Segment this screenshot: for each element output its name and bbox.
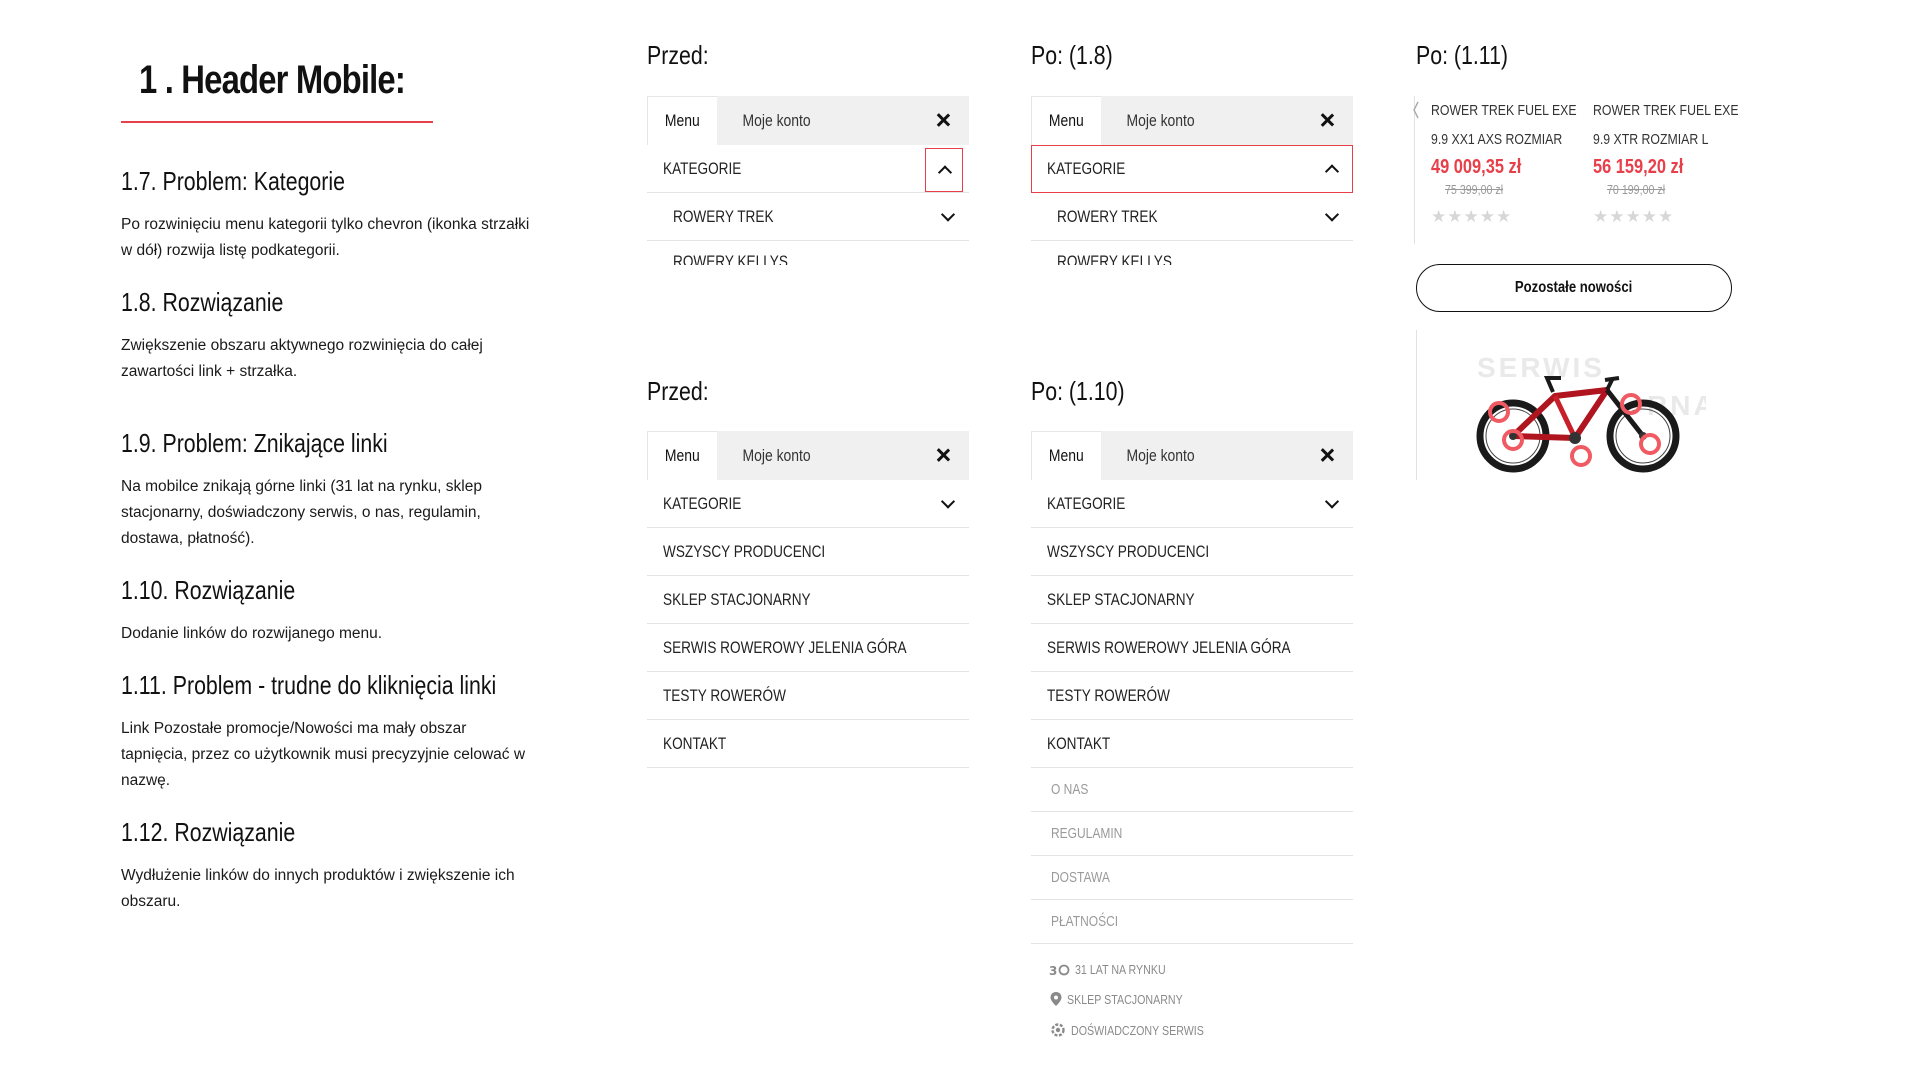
menu-item-o-nas[interactable]: O NAS (1031, 768, 1353, 812)
star-rating-icon: ★★★★★ (1593, 207, 1675, 226)
menu-item-serwis[interactable]: SERWIS ROWEROWY JELENIA GÓRA (647, 624, 969, 672)
section-text: Wydłużenie linków do innych produktów i … (121, 867, 515, 910)
tab-account[interactable]: Moje konto (1101, 431, 1202, 480)
menu-item-kategorie[interactable]: KATEGORIE (1031, 145, 1353, 193)
product-old-price: 75 399,00 zł (1445, 182, 1504, 197)
product-name[interactable]: 9.9 XX1 AXS ROZMIAR (1431, 125, 1562, 154)
menu-item-kategorie[interactable]: KATEGORIE (1031, 480, 1353, 528)
star-rating-icon: ★★★★★ (1431, 207, 1513, 226)
main-title: 1 . Header Mobile: (139, 58, 406, 102)
tab-menu[interactable]: Menu (1031, 431, 1101, 480)
menu-item-serwis[interactable]: SERWIS ROWEROWY JELENIA GÓRA (1031, 624, 1353, 672)
section-text: Po rozwinięciu menu kategorii tylko chev… (121, 216, 530, 259)
bike-image-icon (1476, 376, 1680, 473)
section-heading: 1.7. Problem: Kategorie (121, 166, 345, 196)
menu-item-kategorie: KATEGORIE (647, 145, 969, 193)
section-heading: 1.11. Problem - trudne do kliknięcia lin… (121, 670, 497, 700)
close-icon[interactable] (931, 443, 955, 467)
menu-tabs: Menu Moje konto (1031, 431, 1353, 480)
menu-item-regulamin[interactable]: REGULAMIN (1031, 812, 1353, 856)
chevron-down-icon[interactable] (940, 493, 956, 509)
tab-account[interactable]: Moje konto (717, 96, 818, 145)
product-card[interactable]: ROWER TREK FUEL EXE 9.9 XX1 AXS ROZMIAR … (1431, 96, 1591, 227)
product-name[interactable]: ROWER TREK FUEL EXE (1593, 96, 1739, 125)
product-price: 56 159,20 zł (1593, 156, 1684, 178)
close-icon[interactable] (1315, 443, 1339, 467)
label-before-bottom: Przed: (647, 376, 709, 406)
menu-tabs: Menu Moje konto (647, 431, 969, 480)
chevron-down-icon[interactable] (1324, 259, 1340, 265)
submenu-item[interactable]: ROWERY KELLYS (647, 241, 969, 265)
label-after-1-8: Po: (1.8) (1031, 40, 1113, 70)
chevron-up-icon[interactable] (925, 148, 963, 192)
tab-account[interactable]: Moje konto (717, 431, 818, 480)
menu-item-producenci[interactable]: WSZYSCY PRODUCENCI (1031, 528, 1353, 576)
gear-icon (1051, 1023, 1065, 1037)
mobile-menu-before-top: Menu Moje konto KATEGORIE ROWERY TREK RO… (647, 96, 969, 265)
chevron-down-icon[interactable] (1324, 493, 1340, 509)
footer-link-store[interactable]: SKLEP STACJONARNY (1049, 991, 1208, 1007)
label-after-1-10: Po: (1.10) (1031, 376, 1125, 406)
section-text: Link Pozostałe promocje/Nowości ma mały … (121, 720, 526, 789)
section-heading: 1.10. Rozwiązanie (121, 575, 296, 605)
close-icon[interactable] (931, 108, 955, 132)
menu-item-sklep[interactable]: SKLEP STACJONARNY (647, 576, 969, 624)
section-heading: 1.8. Rozwiązanie (121, 287, 284, 317)
product-old-price: 70 199,00 zł (1607, 182, 1666, 197)
menu-tabs: Menu Moje konto (1031, 96, 1353, 145)
mobile-menu-after-1-8: Menu Moje konto KATEGORIE ROWERY TREK RO… (1031, 96, 1353, 265)
product-list: ROWER TREK FUEL EXE 9.9 XX1 AXS ROZMIAR … (1413, 96, 1744, 244)
submenu-item[interactable]: ROWERY TREK (1031, 193, 1353, 241)
more-news-button[interactable]: Pozostałe nowości (1416, 264, 1732, 312)
section-text: Na mobilce znikają górne linki (31 lat n… (121, 478, 482, 547)
footer-link-service[interactable]: DOŚWIADCZONY SERWIS (1049, 1021, 1233, 1039)
footer-link-years[interactable]: 3 31 LAT NA RYNKU (1049, 962, 1186, 977)
section-heading: 1.12. Rozwiązanie (121, 817, 296, 847)
tab-account[interactable]: Moje konto (1101, 96, 1202, 145)
menu-item-kontakt[interactable]: KONTAKT (647, 720, 969, 768)
product-name[interactable]: 9.9 XTR ROZMIAR L (1593, 125, 1724, 154)
years-icon: 3 (1049, 964, 1070, 977)
chevron-up-icon (1324, 163, 1340, 179)
menu-item-sklep[interactable]: SKLEP STACJONARNY (1031, 576, 1353, 624)
tab-menu[interactable]: Menu (1031, 96, 1101, 145)
submenu-item[interactable]: ROWERY TREK (647, 193, 969, 241)
section-text: Zwiększenie obszaru aktywnego rozwinięci… (121, 337, 483, 380)
section-heading: 1.9. Problem: Znikające linki (121, 428, 388, 458)
location-pin-icon (1050, 992, 1062, 1006)
svg-text:3: 3 (1049, 964, 1057, 977)
menu-item-testy[interactable]: TESTY ROWERÓW (647, 672, 969, 720)
label-after-1-11: Po: (1.11) (1416, 40, 1509, 70)
chevron-down-icon[interactable] (940, 206, 956, 222)
menu-item-testy[interactable]: TESTY ROWERÓW (1031, 672, 1353, 720)
menu-footer: 3 31 LAT NA RYNKU SKLEP STACJONARNY DOŚW… (1031, 944, 1353, 1040)
close-icon[interactable] (1315, 108, 1339, 132)
title-underline (121, 121, 433, 123)
tab-menu[interactable]: Menu (647, 96, 717, 145)
service-banner[interactable]: SERWIS RNA (1416, 330, 1706, 480)
product-name[interactable]: ROWER TREK FUEL EXE (1431, 96, 1577, 125)
chevron-down-icon[interactable] (940, 259, 956, 265)
tab-menu[interactable]: Menu (647, 431, 717, 480)
menu-item-kontakt[interactable]: KONTAKT (1031, 720, 1353, 768)
menu-item-platnosci[interactable]: PŁATNOŚCI (1031, 900, 1353, 944)
mobile-menu-after-1-10: Menu Moje konto KATEGORIE WSZYSCY PRODUC… (1031, 431, 1353, 1040)
submenu-item[interactable]: ROWERY KELLYS (1031, 241, 1353, 265)
chevron-left-icon[interactable] (1413, 100, 1419, 120)
label-before-top: Przed: (647, 40, 709, 70)
menu-item-kategorie[interactable]: KATEGORIE (647, 480, 969, 528)
menu-tabs: Menu Moje konto (647, 96, 969, 145)
product-price: 49 009,35 zł (1431, 156, 1522, 178)
section-text: Dodanie linków do rozwijanego menu. (121, 625, 383, 642)
menu-item-producenci[interactable]: WSZYSCY PRODUCENCI (647, 528, 969, 576)
mobile-menu-before-bottom: Menu Moje konto KATEGORIE WSZYSCY PRODUC… (647, 431, 969, 768)
product-card[interactable]: ROWER TREK FUEL EXE 9.9 XTR ROZMIAR L 56… (1593, 96, 1753, 227)
chevron-down-icon[interactable] (1324, 206, 1340, 222)
menu-item-dostawa[interactable]: DOSTAWA (1031, 856, 1353, 900)
